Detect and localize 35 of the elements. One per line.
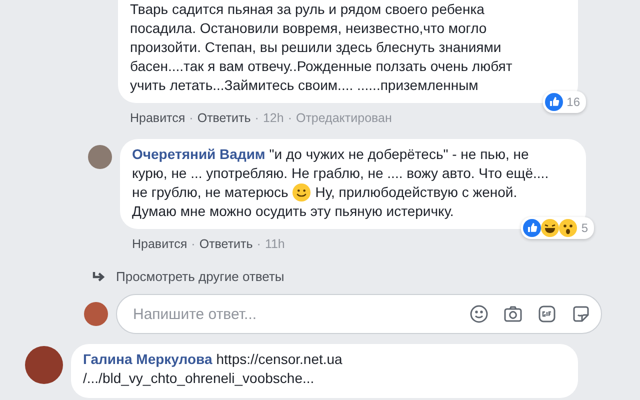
timestamp: 12h (262, 111, 284, 125)
separator-dot: · (288, 111, 292, 125)
separator-dot: · (189, 111, 194, 125)
separator-dot: · (191, 237, 196, 251)
like-reaction-icon (544, 93, 563, 111)
reaction-count: 5 (581, 221, 588, 235)
timestamp: 11h (264, 237, 285, 251)
author-link[interactable]: Очеретяний Вадим (132, 146, 266, 162)
surprised-face-icon (559, 219, 578, 237)
gif-icon[interactable] (537, 304, 557, 324)
action-link[interactable]: Нравится (130, 111, 186, 125)
smiley-icon (292, 183, 312, 202)
avatar[interactable] (84, 302, 108, 326)
comment-text: Тварь садится пьяная за руль и рядом своего ребенка посадила. Остановили вовремя, неизвестно,что могло произойти. Степан, вы решили здесь блеснуть знаниями басен....так я вам отвечу..Рожденные ползать очень любят учить летать...Займитесь своим.... ......приземленным (130, 0, 514, 95)
like-reaction-icon (523, 219, 542, 237)
author-link[interactable]: Галина Меркулова (83, 351, 212, 367)
smiley-icon[interactable] (469, 304, 489, 324)
action-link[interactable]: Ответить (199, 237, 253, 251)
action-link[interactable]: Ответить (197, 111, 251, 125)
reply-arrow-icon (92, 270, 106, 282)
separator-dot: · (254, 111, 259, 125)
reply-input[interactable]: Напишите ответ... (131, 304, 455, 324)
camera-icon[interactable] (503, 304, 523, 324)
avatar[interactable] (25, 346, 63, 384)
reaction-count: 16 (566, 95, 580, 109)
sticker-icon[interactable] (571, 304, 591, 324)
more-replies-link[interactable]: Просмотреть другие ответы (0, 253, 640, 284)
separator-dot: · (256, 237, 261, 251)
reply-box[interactable]: Напишите ответ... (116, 294, 602, 334)
url-link[interactable]: /.../bld_vy_chto_ohreneli_voobsche... (83, 370, 314, 386)
action-link[interactable]: Нравится (132, 237, 188, 251)
url-link[interactable]: https://censor.net.ua (216, 351, 342, 367)
edited-label: Отредактирован (296, 111, 392, 125)
laughing-face-icon (541, 219, 560, 237)
avatar[interactable] (88, 145, 112, 169)
